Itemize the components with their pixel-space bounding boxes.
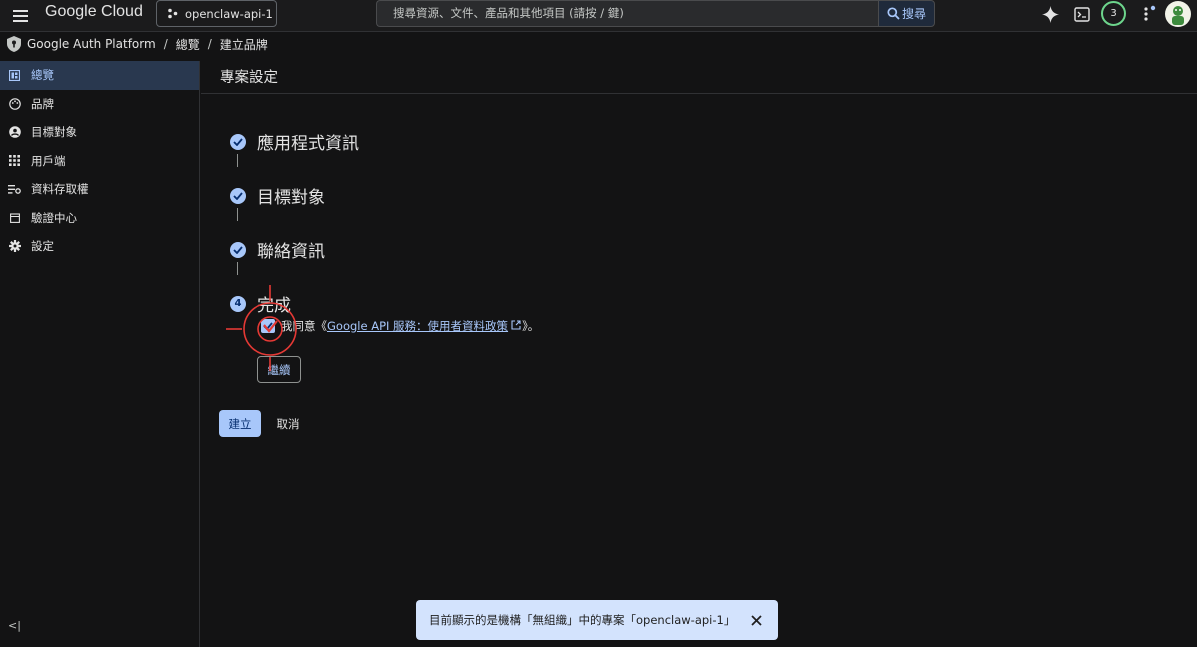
agree-checkbox[interactable] <box>261 319 275 333</box>
breadcrumb-separator: / <box>207 37 212 51</box>
breadcrumb-product[interactable]: Google Auth Platform <box>27 37 156 51</box>
sidebar-item-label: 目標對象 <box>31 125 77 140</box>
data-access-icon <box>8 183 21 196</box>
sidebar-item-overview[interactable]: 總覽 <box>0 61 199 90</box>
apps-grid-icon <box>8 154 21 167</box>
snackbar-message: 目前顯示的是機構「無組織」中的專案「openclaw-api-1」 <box>429 613 736 627</box>
gear-icon <box>8 240 21 253</box>
search-input[interactable]: 搜尋資源、文件、產品和其他項目 (請按 / 鍵) <box>376 0 879 27</box>
search-button[interactable]: 搜尋 <box>878 0 935 27</box>
dashboard-icon <box>8 69 21 82</box>
create-button[interactable]: 建立 <box>219 410 261 437</box>
notifications-badge[interactable]: 3 <box>1101 1 1126 26</box>
breadcrumb: Google Auth Platform / 總覽 / 建立品牌 <box>0 33 1197 55</box>
page-title: 專案設定 <box>220 70 278 86</box>
step-label: 應用程式資訊 <box>257 134 359 154</box>
avatar[interactable] <box>1165 1 1191 27</box>
project-name: openclaw-api-1 <box>185 6 273 21</box>
breadcrumb-overview[interactable]: 總覽 <box>176 36 200 53</box>
step-label: 聯絡資訊 <box>257 242 325 262</box>
close-icon[interactable] <box>746 610 766 630</box>
sidebar-item-label: 驗證中心 <box>31 210 77 225</box>
sidebar-item-label: 品牌 <box>31 96 54 111</box>
step-label: 完成 <box>257 296 291 316</box>
person-icon <box>8 126 21 139</box>
main-header: 專案設定 <box>201 56 1197 94</box>
more-vert-icon[interactable] <box>1136 2 1160 26</box>
sidebar-item-verification-center[interactable]: 驗證中心 <box>0 204 199 233</box>
breadcrumb-separator: / <box>163 37 168 51</box>
sidebar-item-label: 用戶端 <box>31 153 66 168</box>
step-contact-info: 聯絡資訊 <box>230 237 325 262</box>
step-audience: 目標對象 <box>230 183 325 208</box>
sidebar-item-data-access[interactable]: 資料存取權 <box>0 175 199 204</box>
step-connector <box>237 208 238 221</box>
collapse-sidebar-button[interactable]: <| <box>8 619 21 632</box>
user-data-policy-link[interactable]: Google API 服務：使用者資料政策 <box>327 319 508 333</box>
open-in-new-icon <box>511 320 521 330</box>
agree-text: 我同意《Google API 服務：使用者資料政策 》。 <box>281 318 539 334</box>
top-bar: Google Cloud openclaw-api-1 搜尋資源、文件、產品和其… <box>0 0 1197 32</box>
menu-icon[interactable] <box>9 5 31 27</box>
sidebar-item-branding[interactable]: 品牌 <box>0 90 199 119</box>
sidebar-item-label: 資料存取權 <box>31 182 89 197</box>
cloud-shell-icon[interactable] <box>1070 2 1094 26</box>
search-button-label: 搜尋 <box>901 7 926 21</box>
shield-icon <box>7 36 21 52</box>
continue-button[interactable]: 繼續 <box>257 356 301 383</box>
agree-row: 我同意《Google API 服務：使用者資料政策 》。 <box>261 318 539 334</box>
project-picker-button[interactable]: openclaw-api-1 <box>156 0 277 27</box>
step-app-info: 應用程式資訊 <box>230 129 359 154</box>
step-finish: 4 完成 <box>230 291 291 316</box>
palette-icon <box>8 97 21 110</box>
sidebar-item-settings[interactable]: 設定 <box>0 232 199 261</box>
sidebar-item-audience[interactable]: 目標對象 <box>0 118 199 147</box>
check-circle-icon <box>230 187 246 204</box>
cancel-button[interactable]: 取消 <box>270 410 306 437</box>
gemini-sparkle-icon[interactable] <box>1038 2 1062 26</box>
sidebar: 總覽 品牌 目標對象 用戶端 資料存取權 驗證中心 設定 <box>0 61 200 647</box>
check-circle-icon <box>230 133 246 150</box>
check-circle-icon <box>230 241 246 258</box>
sidebar-item-label: 設定 <box>31 239 54 254</box>
project-icon <box>168 8 178 19</box>
snackbar: 目前顯示的是機構「無組織」中的專案「openclaw-api-1」 <box>416 600 778 640</box>
step-label: 目標對象 <box>257 188 325 208</box>
search-icon <box>887 7 900 20</box>
breadcrumb-current: 建立品牌 <box>219 37 268 52</box>
calendar-icon <box>8 211 21 224</box>
google-cloud-logo[interactable]: Google Cloud <box>45 3 143 21</box>
sidebar-item-label: 總覽 <box>31 68 54 83</box>
agree-suffix: 》。 <box>522 319 540 333</box>
step-connector <box>237 262 238 275</box>
step-connector <box>237 154 238 167</box>
sidebar-item-clients[interactable]: 用戶端 <box>0 147 199 176</box>
agree-prefix: 我同意《 <box>281 319 327 333</box>
step-number-badge: 4 <box>230 295 246 312</box>
